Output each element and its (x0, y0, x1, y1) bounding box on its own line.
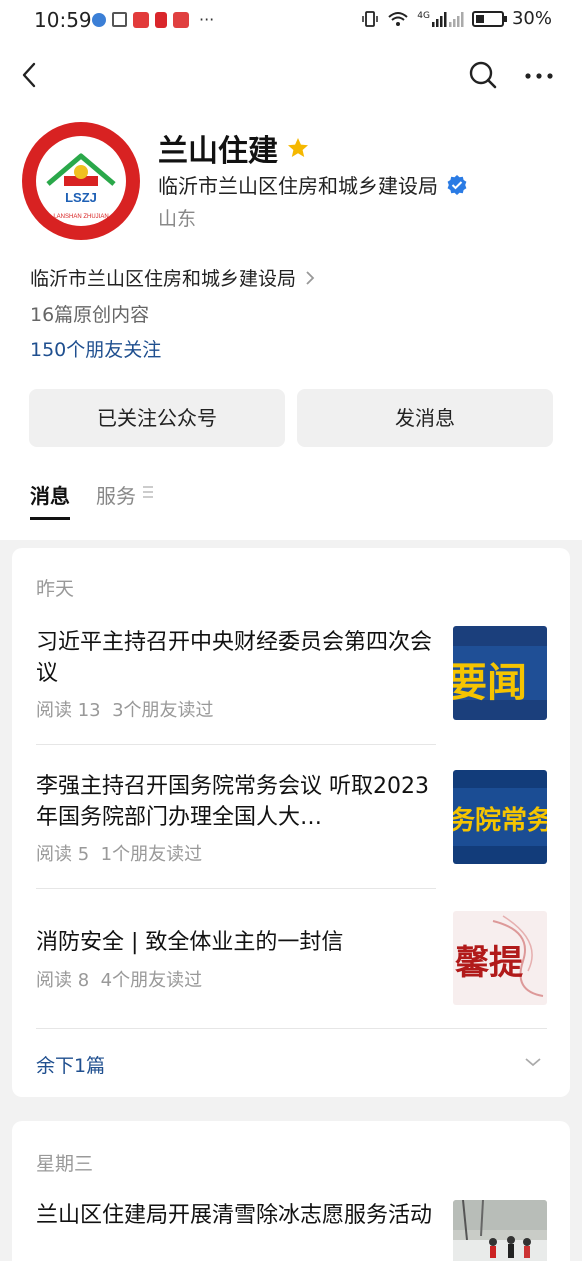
tab-services[interactable]: 服务 (96, 480, 154, 520)
region: 山东 (158, 208, 197, 230)
message-group-card: 昨天 习近平主持召开中央财经委员会第四次会议 阅读 13 3个朋友读过 要闻 李… (12, 548, 570, 1097)
star-icon[interactable] (286, 136, 310, 160)
app2-notification-icon (155, 11, 167, 28)
account-name: 兰山住建 (158, 126, 310, 170)
article-title[interactable]: 习近平主持召开中央财经委员会第四次会议 (36, 627, 436, 689)
chevron-left-icon[interactable] (14, 58, 48, 92)
article-thumbnail[interactable] (453, 1200, 547, 1261)
friends-following[interactable]: 150个朋友关注 (30, 335, 161, 362)
article-thumbnail[interactable]: 务院常务 (453, 770, 547, 864)
verified-badge-icon (447, 174, 467, 195)
logo-text: LSZJ (65, 190, 97, 205)
logo-emblem: LSZJ LANSHAN ZHUJIAN (36, 136, 126, 226)
volunteers-photo (453, 1200, 547, 1261)
house-emblem-icon: LSZJ LANSHAN ZHUJIAN (46, 153, 116, 220)
followed-button[interactable]: 已关注公众号 (29, 389, 285, 447)
divider (36, 744, 436, 745)
status-bar: 10:59 ··· 4G 30% (0, 0, 582, 42)
article-reads: 阅读 5 (36, 844, 90, 865)
article-reads: 阅读 8 (36, 970, 90, 991)
status-time: 10:59 (34, 8, 92, 32)
battery-icon (471, 10, 507, 27)
divider (36, 888, 436, 889)
tab-messages[interactable]: 消息 (30, 480, 70, 520)
account-name-text: 兰山住建 (158, 134, 278, 169)
article-thumbnail[interactable]: 要闻 (453, 626, 547, 720)
app3-notification-icon (173, 11, 189, 28)
article-meta: 阅读 8 4个朋友读过 (36, 966, 202, 992)
nav-bar (0, 48, 582, 104)
news-notification-icon (133, 11, 149, 28)
divider (36, 1028, 547, 1029)
wenku-notification-icon (112, 12, 127, 27)
logo-ring-text: LANSHAN ZHUJIAN (53, 214, 108, 220)
org-name-text: 临沂市兰山区住房和城乡建设局 (158, 174, 438, 198)
article-title[interactable]: 消防安全 | 致全体业主的一封信 (36, 927, 436, 958)
group-date: 昨天 (36, 578, 75, 600)
article-reads: 阅读 13 (36, 700, 101, 721)
remaining-articles-link[interactable]: 余下1篇 (36, 1051, 105, 1078)
signal2-icon (448, 11, 464, 27)
chevron-right-icon (306, 270, 315, 285)
tab-bar: 消息 服务 (30, 480, 154, 520)
battery-level: 30% (511, 8, 552, 29)
notification-icons: ··· (92, 10, 214, 29)
article-friends-read: 3个朋友读过 (112, 700, 214, 721)
article-title[interactable]: 兰山区住建局开展清雪除冰志愿服务活动 (36, 1200, 436, 1231)
account-avatar[interactable]: LSZJ LANSHAN ZHUJIAN (22, 122, 140, 240)
article-meta: 阅读 13 3个朋友读过 (36, 696, 214, 722)
network-type: 4G (417, 10, 430, 21)
article-friends-read: 1个朋友读过 (100, 844, 203, 865)
thumb-text: 馨提 (455, 943, 523, 983)
menu-lines-icon (143, 486, 153, 498)
search-icon[interactable] (466, 58, 500, 92)
article-meta: 阅读 5 1个朋友读过 (36, 840, 202, 866)
app-notification-icon (92, 12, 106, 27)
thumb-text: 务院常务 (453, 806, 547, 836)
message-group-card: 星期三 兰山区住建局开展清雪除冰志愿服务活动 (12, 1121, 570, 1261)
verified-org[interactable]: 临沂市兰山区住房和城乡建设局 (158, 170, 468, 199)
article-friends-read: 4个朋友读过 (100, 970, 203, 991)
vibrate-icon (362, 10, 379, 27)
signal-icon: 4G (417, 11, 464, 27)
original-count: 16篇原创内容 (30, 304, 150, 326)
more-dots-icon[interactable] (522, 62, 556, 90)
thumb-text: 要闻 (453, 659, 527, 706)
article-thumbnail[interactable]: 馨提 (453, 911, 547, 1005)
account-subject[interactable]: 临沂市兰山区住房和城乡建设局 (30, 264, 316, 291)
send-message-button[interactable]: 发消息 (297, 389, 553, 447)
subject-text: 临沂市兰山区住房和城乡建设局 (30, 268, 297, 290)
chevron-down-icon[interactable] (524, 1056, 542, 1068)
wifi-icon (388, 11, 408, 26)
tab-services-label: 服务 (96, 484, 136, 508)
group-date: 星期三 (36, 1153, 94, 1175)
article-title[interactable]: 李强主持召开国务院常务会议 听取2023年国务院部门办理全国人大… (36, 771, 436, 833)
system-indicators: 4G 30% (361, 8, 552, 29)
notification-overflow: ··· (199, 10, 215, 29)
